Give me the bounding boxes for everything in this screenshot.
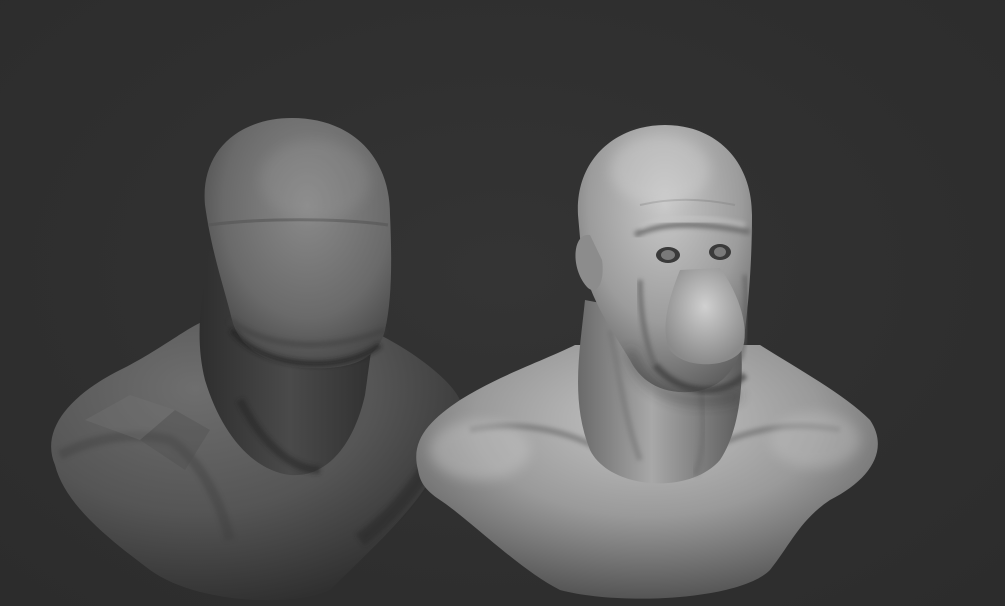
- 3d-viewport[interactable]: [0, 0, 1005, 606]
- sculpted-bust[interactable]: [416, 125, 878, 599]
- blockout-bust[interactable]: [51, 118, 463, 601]
- scene-render: [51, 118, 878, 601]
